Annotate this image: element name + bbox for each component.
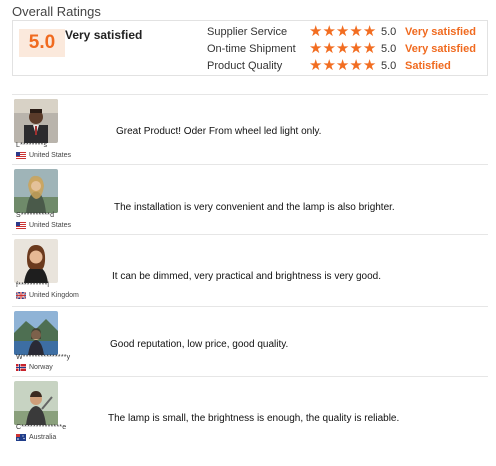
star-icon: ★	[322, 23, 336, 40]
ratings-summary: 5.0 Very satisfied Supplier Service ★ ★ ★ ★…	[12, 20, 488, 76]
avatar	[14, 169, 58, 213]
overall-ratings-title: Overall Ratings	[12, 4, 101, 19]
avatar	[14, 311, 58, 355]
criteria-verdict: Satisfied	[405, 60, 451, 72]
norway-flag-icon	[16, 364, 26, 371]
star-rating: ★ ★ ★ ★ ★	[309, 23, 381, 40]
star-icon: ★	[309, 23, 323, 40]
star-icon: ★	[335, 40, 350, 57]
star-rating: ★ ★ ★ ★ ★	[309, 40, 381, 57]
star-icon: ★	[309, 57, 323, 74]
star-icon: ★	[362, 57, 377, 74]
criteria-verdict: Very satisfied	[405, 43, 476, 55]
review-item: L********s United States Great Product! …	[12, 94, 488, 164]
criteria-name: On-time Shipment	[207, 43, 296, 55]
criteria-name: Product Quality	[207, 60, 283, 72]
review-text: The lamp is small, the brightness is eno…	[108, 413, 400, 424]
star-icon: ★	[335, 57, 350, 74]
reviewer-name: S**********d	[16, 212, 55, 219]
country-name: United States	[29, 222, 72, 229]
reviewer-name: L********s	[16, 142, 48, 149]
country-name: Australia	[29, 434, 57, 441]
review-text: The installation is very convenient and …	[114, 202, 395, 213]
star-icon: ★	[349, 23, 363, 40]
criteria-verdict: Very satisfied	[405, 26, 476, 38]
country-name: Norway	[29, 364, 53, 371]
overall-rating-label: Very satisfied	[65, 28, 143, 42]
star-icon: ★	[349, 40, 363, 57]
reviewer-country: Australia	[16, 434, 56, 441]
review-text: Good reputation, low price, good quality…	[110, 339, 289, 350]
reviewer-name: C**************e	[16, 424, 67, 431]
star-icon: ★	[362, 23, 377, 40]
reviewer-country: Norway	[16, 364, 53, 371]
criteria-score: 5.0	[381, 26, 397, 38]
criteria-name: Supplier Service	[207, 26, 288, 38]
star-icon: ★	[309, 40, 323, 57]
australia-flag-icon	[16, 434, 26, 441]
avatar	[14, 99, 58, 143]
reviewer-name: W***************y	[16, 354, 71, 361]
reviewer-name: f**********l	[16, 282, 50, 289]
review-text: It can be dimmed, very practical and bri…	[112, 271, 382, 282]
star-icon: ★	[322, 57, 336, 74]
avatar	[14, 381, 58, 425]
country-name: United Kingdom	[29, 292, 79, 299]
star-icon: ★	[335, 23, 350, 40]
star-icon: ★	[322, 40, 336, 57]
review-item: S**********d United States The installat…	[12, 164, 488, 234]
country-name: United States	[29, 152, 72, 159]
us-flag-icon	[16, 152, 26, 159]
star-rating: ★ ★ ★ ★ ★	[309, 57, 381, 74]
reviewer-country: United States	[16, 152, 71, 159]
review-text: Great Product! Oder From wheel led light…	[116, 126, 322, 137]
overall-score-badge: 5.0	[19, 29, 65, 57]
star-icon: ★	[349, 57, 363, 74]
review-item: C**************e Australia The lamp is s…	[12, 376, 488, 446]
star-icon: ★	[362, 40, 377, 57]
reviewer-country: United States	[16, 222, 71, 229]
us-flag-icon	[16, 222, 26, 229]
criteria-score: 5.0	[381, 43, 397, 55]
review-item: f**********l United Kingdom It can be di…	[12, 234, 488, 304]
review-item: W***************y Norway Good reputation…	[12, 306, 488, 376]
avatar	[14, 239, 58, 283]
uk-flag-icon	[16, 292, 26, 299]
criteria-row-supplier-service: Supplier Service ★ ★ ★ ★ ★ 5.0 Very satisfie…	[207, 24, 476, 40]
criteria-row-product-quality: Product Quality ★ ★ ★ ★ ★ 5.0 Satisfied	[207, 58, 451, 74]
criteria-row-on-time-shipment: On-time Shipment ★ ★ ★ ★ ★ 5.0 Very satisfie…	[207, 41, 476, 57]
criteria-score: 5.0	[381, 60, 397, 72]
reviewer-country: United Kingdom	[16, 292, 79, 299]
